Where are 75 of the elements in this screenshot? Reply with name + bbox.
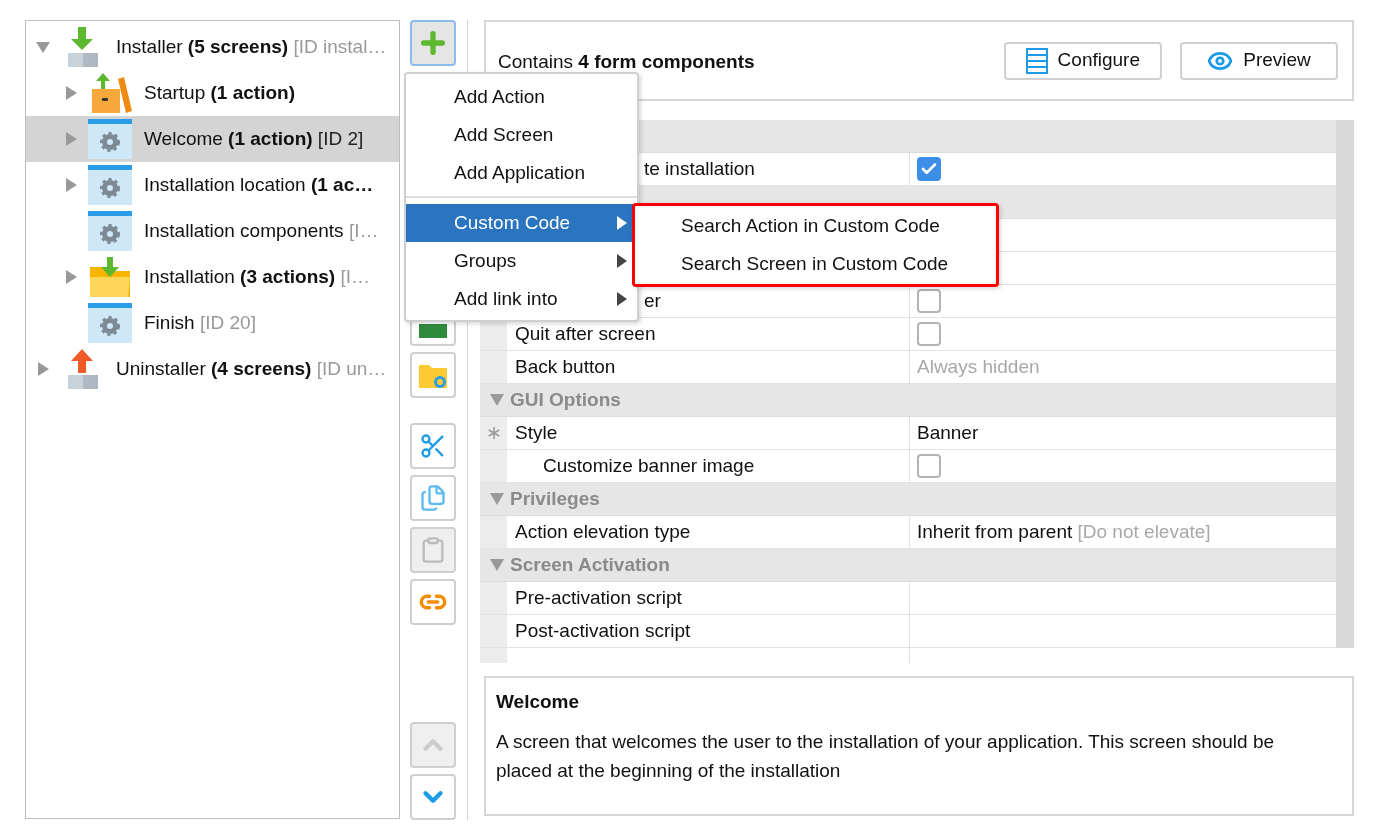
description-title: Welcome xyxy=(496,690,581,714)
gear-window-icon xyxy=(88,301,132,345)
tree-item-label: Finish [ID 20] xyxy=(144,310,256,335)
tree-item[interactable]: Finish [ID 20] xyxy=(26,300,399,346)
tree-item[interactable]: Installer (5 screens) [ID instal… xyxy=(26,24,399,70)
tree-item[interactable]: Welcome (1 action) [ID 2] xyxy=(26,116,399,162)
section-title: Privileges xyxy=(510,486,600,511)
menu-item[interactable]: Search Action in Custom Code xyxy=(635,207,996,245)
copy-icon xyxy=(419,484,447,512)
menu-item[interactable]: Groups xyxy=(406,242,637,280)
property-label: Pre-activation script xyxy=(515,585,682,610)
collapse-arrow-icon[interactable] xyxy=(490,394,504,406)
folder-arrow-icon xyxy=(88,255,132,299)
toolbar-button[interactable] xyxy=(410,423,456,469)
scrollbar[interactable] xyxy=(1336,120,1354,648)
collapse-arrow-icon[interactable] xyxy=(490,493,504,505)
section-title: GUI Options xyxy=(510,387,621,412)
tree-item-label: Installation location (1 ac… xyxy=(144,172,374,197)
tree-item[interactable]: Installation location (1 ac… xyxy=(26,162,399,208)
property-label: Post-activation script xyxy=(515,618,691,643)
summary-button[interactable]: Configure xyxy=(1003,41,1162,80)
property-row[interactable]: Quit after screen xyxy=(480,318,1337,351)
property-row[interactable]: Post-activation script xyxy=(480,615,1337,648)
menu-item[interactable]: Add Action xyxy=(406,78,637,116)
checkbox[interactable] xyxy=(917,322,941,346)
property-label: te installation xyxy=(644,156,755,181)
property-row[interactable]: Customize banner image xyxy=(480,450,1337,483)
toolbar-button[interactable] xyxy=(410,774,456,820)
tree-item[interactable]: Uninstaller (4 screens) [ID un… xyxy=(26,346,399,392)
property-row[interactable]: Action elevation type Inherit from parent [Do not elevate] xyxy=(480,516,1337,549)
expand-arrow-icon[interactable] xyxy=(64,270,78,284)
tree-item-label: Installation (3 actions) [I… xyxy=(144,264,370,289)
property-row[interactable]: Back button Always hidden xyxy=(480,351,1337,384)
expand-arrow-icon[interactable] xyxy=(36,362,50,376)
collapse-arrow-icon[interactable] xyxy=(490,559,504,571)
tree-item[interactable]: Installation components [I… xyxy=(26,208,399,254)
gear-window-icon xyxy=(88,163,132,207)
property-label: Customize banner image xyxy=(543,453,755,478)
menu-item[interactable]: Add Screen xyxy=(406,116,637,154)
property-row[interactable]: Style Banner xyxy=(480,417,1337,450)
menu-item[interactable]: Search Screen in Custom Code xyxy=(635,245,996,283)
toolbar-button[interactable] xyxy=(410,20,456,66)
description-text: A screen that welcomes the user to the installation of your application. This screen should be placed at the beginning of the installation xyxy=(496,729,1276,783)
toolbar-button[interactable] xyxy=(410,352,456,398)
tree-item-label: Installer (5 screens) [ID instal… xyxy=(116,34,387,59)
property-label: Action elevation type xyxy=(515,519,691,544)
tree-item-label: Startup (1 action) xyxy=(144,80,295,105)
gear-window-icon xyxy=(88,209,132,253)
property-value[interactable]: Banner xyxy=(917,418,979,448)
tree-item[interactable]: Startup (1 action) xyxy=(26,70,399,116)
list-icon xyxy=(1025,47,1048,74)
expand-arrow-icon[interactable] xyxy=(64,178,78,192)
gear-window-icon xyxy=(88,117,132,161)
summary-button[interactable]: Preview xyxy=(1180,41,1338,80)
tree-item-label: Welcome (1 action) [ID 2] xyxy=(144,126,364,151)
property-label: Back button xyxy=(515,354,616,379)
property-label: Quit after screen xyxy=(515,321,656,346)
section-title: Screen Activation xyxy=(510,552,670,577)
summary-text: Contains 4 form components xyxy=(498,50,755,75)
property-row[interactable]: Pre-activation script xyxy=(480,582,1337,615)
property-label: Style xyxy=(515,420,558,445)
property-value[interactable]: Inherit from parent [Do not elevate] xyxy=(917,517,1211,547)
checkbox[interactable] xyxy=(917,454,941,478)
toolbar-button[interactable] xyxy=(410,475,456,521)
expand-arrow-icon[interactable] xyxy=(64,132,78,146)
tree-item[interactable]: Installation (3 actions) [I… xyxy=(26,254,399,300)
checkbox[interactable] xyxy=(917,289,941,313)
tree-item-label: Installation components [I… xyxy=(144,218,379,243)
expand-arrow-icon[interactable] xyxy=(64,86,78,100)
checkbox[interactable] xyxy=(917,157,941,181)
collapse-arrow-icon[interactable] xyxy=(36,40,50,54)
tree-item-label: Uninstaller (4 screens) [ID un… xyxy=(116,356,387,381)
sheet-icon xyxy=(419,324,447,338)
toolbar-button[interactable] xyxy=(410,579,456,625)
property-label: er xyxy=(644,288,661,313)
